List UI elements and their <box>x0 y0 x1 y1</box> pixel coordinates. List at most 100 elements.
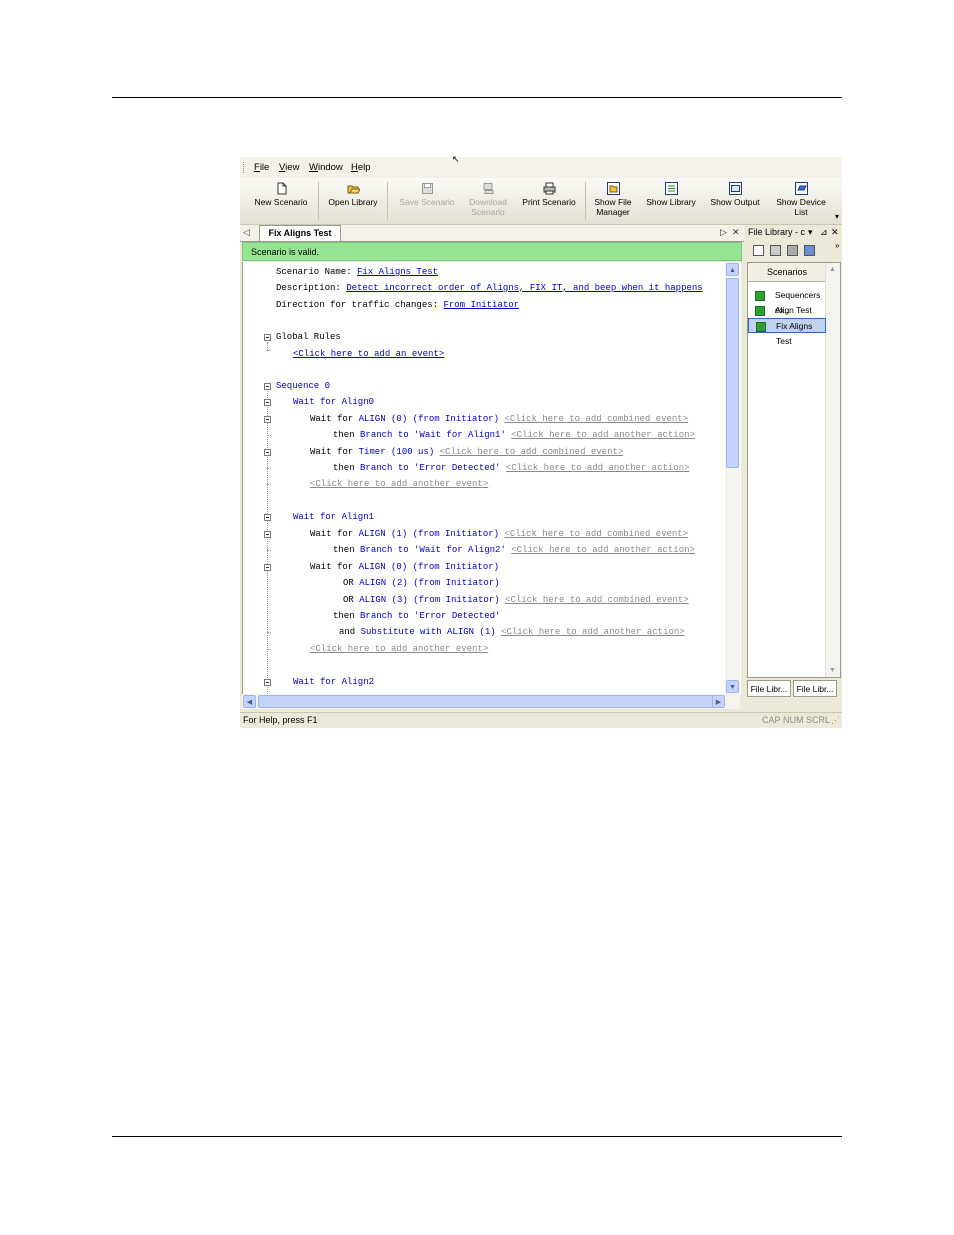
scenario-item[interactable]: Align Test <box>748 303 826 318</box>
open-library-label: Open Library <box>328 197 378 207</box>
global-rules-node[interactable]: Global Rules <box>276 332 341 342</box>
substitute-value[interactable]: ALIGN (1) <box>442 627 496 637</box>
add-another-event-link[interactable]: <Click here to add another event> <box>310 479 488 489</box>
state-wait-align1[interactable]: Wait for Align1 <box>293 512 374 522</box>
menubar-grip[interactable] <box>243 162 246 173</box>
collapse-state-icon[interactable] <box>264 399 271 406</box>
description-link[interactable]: Detect incorrect order of Aligns, FIX IT… <box>346 283 702 293</box>
event-timer[interactable]: Timer (100 us) <box>359 447 435 457</box>
sequence-node[interactable]: Sequence 0 <box>276 381 330 391</box>
add-combined-event-link[interactable]: <Click here to add combined event> <box>440 447 624 457</box>
collapse-global-rules-icon[interactable] <box>264 334 271 341</box>
scenario-file-icon <box>755 306 765 316</box>
action-branch[interactable]: Branch <box>360 430 392 440</box>
tab-fix-aligns-test[interactable]: Fix Aligns Test <box>259 225 341 241</box>
action-branch[interactable]: Branch <box>360 463 392 473</box>
add-action-link[interactable]: <Click here to add another action> <box>511 430 695 440</box>
close-document-icon[interactable]: ✕ <box>732 227 740 238</box>
print-scenario-label: Print Scenario <box>522 197 576 207</box>
add-another-event-link[interactable]: <Click here to add another event> <box>310 644 488 654</box>
editor-horizontal-scrollbar[interactable]: ◀ ▶ <box>242 694 740 709</box>
event-align0[interactable]: ALIGN (0) <box>359 414 408 424</box>
scenario-editor[interactable]: Scenario Name: Fix Aligns Test Descripti… <box>242 262 741 694</box>
save-file-icon[interactable] <box>770 245 781 256</box>
action-substitute[interactable]: Substitute with <box>361 627 442 637</box>
panel-toolbar-overflow-icon[interactable]: » <box>835 241 839 250</box>
add-event-link[interactable]: <Click here to add an event> <box>293 349 444 359</box>
branch-target[interactable]: 'Wait for Align2' <box>414 545 506 555</box>
tab-file-library-2[interactable]: File Libr... <box>793 680 837 697</box>
show-device-list-button[interactable]: Show Device List <box>772 180 830 222</box>
vertical-scroll-thumb[interactable] <box>726 278 739 468</box>
editor-vertical-scrollbar[interactable]: ▲ ▼ <box>725 262 740 694</box>
add-action-link[interactable]: <Click here to add another action> <box>506 463 690 473</box>
collapse-sequence-icon[interactable] <box>264 383 271 390</box>
event-align2[interactable]: ALIGN (2) <box>359 578 408 588</box>
add-action-link[interactable]: <Click here to add another action> <box>511 545 695 555</box>
state-wait-align2[interactable]: Wait for Align2 <box>293 677 374 687</box>
save-scenario-button[interactable]: Save Scenario <box>395 180 459 222</box>
toolbar-overflow-icon[interactable]: ▾ <box>835 212 839 221</box>
scenarios-column-header[interactable]: Scenarios <box>748 263 826 282</box>
collapse-event-icon[interactable] <box>264 564 271 571</box>
add-combined-event-link[interactable]: <Click here to add combined event> <box>504 529 688 539</box>
scroll-down-icon[interactable]: ▼ <box>726 680 739 693</box>
event-line: Wait for ALIGN (1) (from Initiator) <Cli… <box>310 529 688 539</box>
tree-connector <box>267 550 271 551</box>
to-keyword: to <box>392 463 415 473</box>
tab-scroll-left-icon[interactable]: ◁ <box>243 227 250 238</box>
wait-for-keyword: Wait for <box>310 529 359 539</box>
branch-target[interactable]: 'Error Detected' <box>414 463 500 473</box>
new-file-icon[interactable] <box>753 245 764 256</box>
scroll-up-icon[interactable]: ▲ <box>829 266 836 273</box>
collapse-state-icon[interactable] <box>264 514 271 521</box>
state-wait-align0[interactable]: Wait for Align0 <box>293 397 374 407</box>
add-action-link[interactable]: <Click here to add another action> <box>501 627 685 637</box>
add-combined-event-link[interactable]: <Click here to add combined event> <box>504 414 688 424</box>
collapse-event-icon[interactable] <box>264 531 271 538</box>
collapse-state-icon[interactable] <box>264 679 271 686</box>
event-align1[interactable]: ALIGN (1) <box>359 529 408 539</box>
print-scenario-button[interactable]: Print Scenario <box>518 180 580 222</box>
collapse-event-icon[interactable] <box>264 449 271 456</box>
menu-help[interactable]: Help <box>351 162 371 173</box>
scroll-down-icon[interactable]: ▼ <box>829 667 836 674</box>
menu-file[interactable]: File <box>254 162 269 173</box>
menu-view[interactable]: View <box>279 162 299 173</box>
close-panel-icon[interactable]: ✕ <box>831 225 839 240</box>
scenario-tree-scrollbar[interactable]: ▲ ▼ <box>825 263 840 677</box>
show-output-button[interactable]: Show Output <box>707 180 763 222</box>
panel-menu-icon[interactable]: ▾ <box>808 225 813 240</box>
library-window-icon[interactable] <box>804 245 815 256</box>
scenario-item[interactable]: Sequencers ex... <box>748 288 826 315</box>
branch-target[interactable]: 'Wait for Align1' <box>414 430 506 440</box>
collapse-event-icon[interactable] <box>264 416 271 423</box>
event-align0[interactable]: ALIGN (0) <box>359 562 408 572</box>
scenario-name-link[interactable]: Fix Aligns Test <box>357 267 438 277</box>
pin-icon[interactable]: ⊿ <box>820 225 828 240</box>
event-align3[interactable]: ALIGN (3) <box>359 595 408 605</box>
action-branch[interactable]: Branch <box>360 545 392 555</box>
direction-link[interactable]: From Initiator <box>443 300 519 310</box>
branch-target[interactable]: 'Error Detected' <box>414 611 500 621</box>
status-help-text: For Help, press F1 <box>243 715 318 725</box>
cap-indicator: CAP <box>762 715 781 725</box>
new-scenario-button[interactable]: New Scenario <box>252 180 310 222</box>
save-all-icon[interactable] <box>787 245 798 256</box>
add-combined-event-link[interactable]: <Click here to add combined event> <box>505 595 689 605</box>
show-library-button[interactable]: Show Library <box>643 180 699 222</box>
scroll-left-icon[interactable]: ◀ <box>243 695 256 708</box>
download-scenario-button[interactable]: Download Scenario <box>462 180 514 222</box>
resize-grip-icon[interactable]: ⋰ <box>831 713 840 728</box>
show-file-manager-button[interactable]: Show File Manager <box>590 180 636 222</box>
menu-window[interactable]: Window <box>309 162 343 173</box>
horizontal-scroll-thumb[interactable] <box>258 695 720 708</box>
tab-scroll-right-icon[interactable]: ▷ <box>720 227 727 238</box>
scroll-right-icon[interactable]: ▶ <box>712 695 725 708</box>
to-keyword: to <box>392 545 415 555</box>
action-branch[interactable]: Branch <box>360 611 392 621</box>
tab-file-library-1[interactable]: File Libr... <box>747 680 791 697</box>
scroll-up-icon[interactable]: ▲ <box>726 263 739 276</box>
scenario-item-selected[interactable]: Fix Aligns Test <box>748 318 826 346</box>
open-library-button[interactable]: Open Library <box>324 180 382 222</box>
